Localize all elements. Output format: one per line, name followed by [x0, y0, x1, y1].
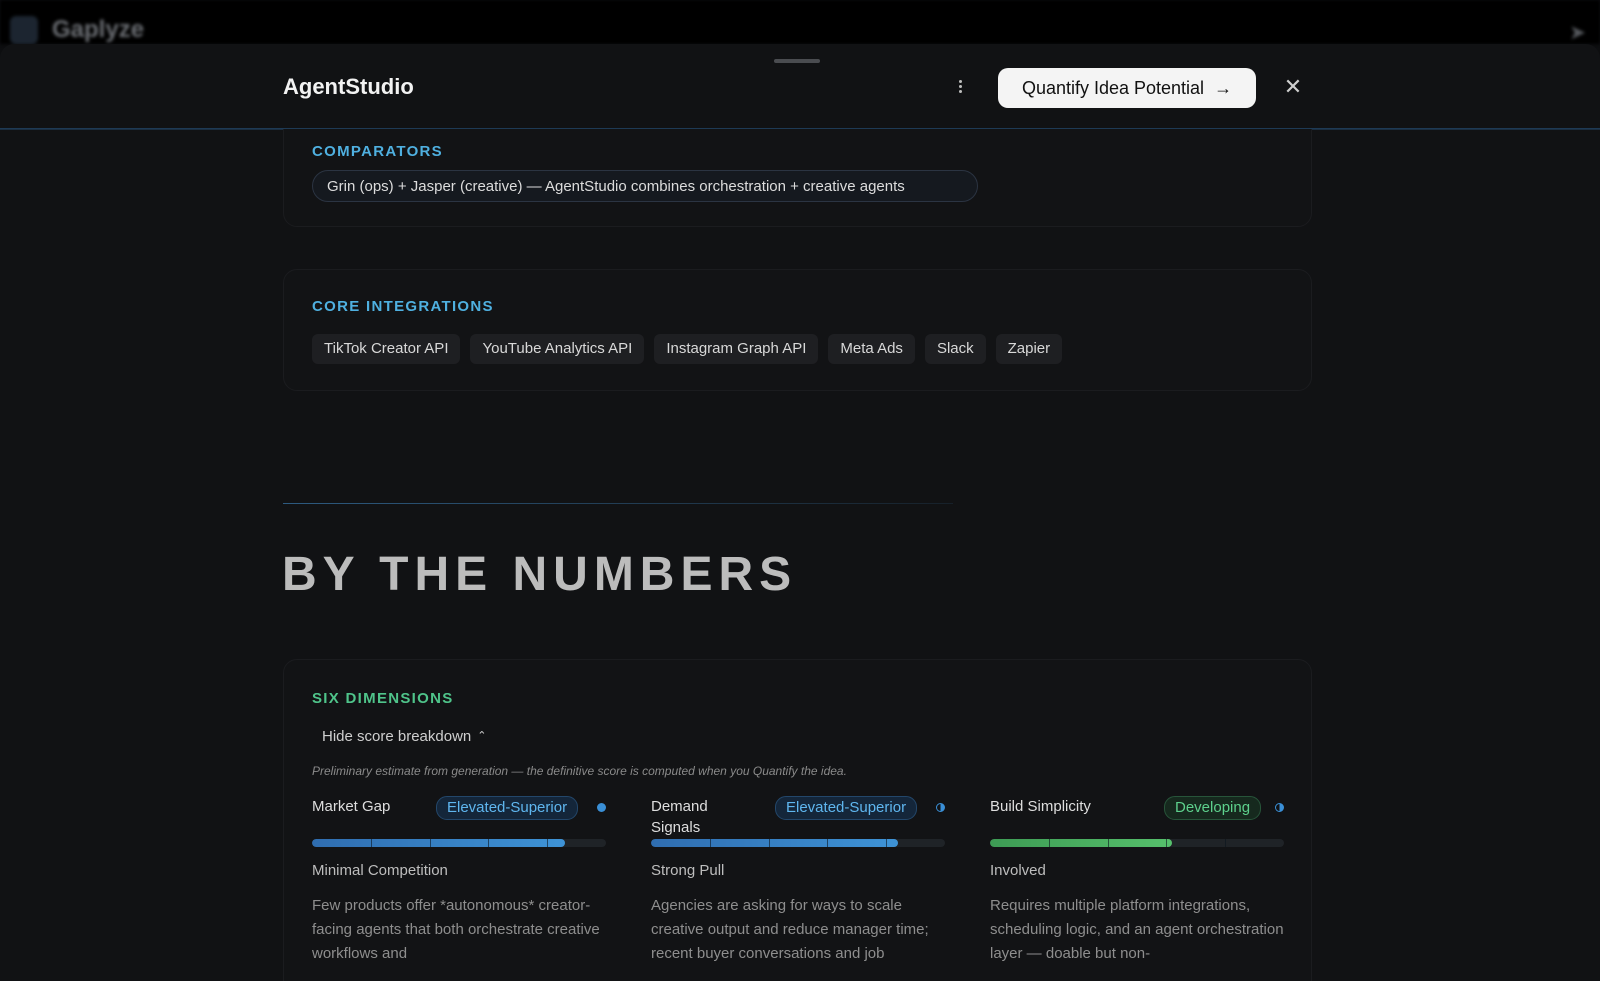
dimension-badge: Developing	[1164, 796, 1262, 820]
score-bar-segment	[827, 839, 829, 847]
integration-chip: Instagram Graph API	[654, 334, 819, 364]
comparators-card: COMPARATORS Grin (ops) + Jasper (creativ…	[283, 129, 1312, 227]
score-bar-segment	[768, 839, 770, 847]
quantify-idea-label: Quantify Idea Potential	[1021, 77, 1205, 98]
modal-content[interactable]: COMPARATORS Grin (ops) + Jasper (creativ…	[0, 129, 1600, 981]
score-bar	[990, 839, 1284, 847]
score-bar-fill	[651, 839, 898, 847]
integration-chip: YouTube Analytics API	[470, 334, 645, 364]
background-app-bar: Gaplyze ➤	[0, 0, 1600, 44]
confidence-dot-icon	[597, 803, 606, 812]
score-bar-segment	[1048, 839, 1050, 847]
close-icon[interactable]: ✕	[1280, 74, 1306, 100]
hide-score-breakdown-toggle[interactable]: Hide score breakdown ⌃	[322, 728, 486, 745]
section-divider	[283, 503, 953, 504]
score-bar-segment	[1166, 839, 1168, 847]
six-dimensions-card: SIX DIMENSIONS Hide score breakdown ⌃ Pre…	[283, 659, 1312, 981]
modal-header: AgentStudio Quantify Idea Potential → ✕	[0, 44, 1600, 129]
score-bar	[651, 839, 945, 847]
score-bar	[312, 839, 606, 847]
six-dimensions-label: SIX DIMENSIONS	[312, 690, 454, 707]
comparator-chip: Grin (ops) + Jasper (creative) — AgentSt…	[312, 170, 978, 202]
score-bar-segment	[429, 839, 431, 847]
dimension-description: Few products offer *autonomous* creator-…	[312, 897, 600, 962]
integration-chip: TikTok Creator API	[312, 334, 461, 364]
by-the-numbers-title: BY THE NUMBERS	[282, 548, 798, 601]
integrations-label: CORE INTEGRATIONS	[312, 298, 494, 315]
more-options-icon[interactable]	[956, 78, 964, 98]
toggle-label: Hide score breakdown	[322, 728, 472, 745]
score-bar-segment	[1225, 839, 1227, 847]
integration-chip: Slack	[924, 334, 986, 364]
dimension-description: Requires multiple platform integrations,…	[990, 897, 1284, 962]
score-bar-segment	[547, 839, 549, 847]
dimension-description: Agencies are asking for ways to scale cr…	[651, 897, 929, 962]
quantify-idea-button[interactable]: Quantify Idea Potential →	[998, 68, 1256, 108]
dimension-level: Minimal Competition	[312, 862, 448, 879]
idea-detail-modal: AgentStudio Quantify Idea Potential → ✕ …	[0, 44, 1600, 981]
dimension-badge: Elevated-Superior	[436, 796, 579, 820]
app-name: Gaplyze	[52, 16, 145, 43]
dimension-level: Involved	[990, 862, 1046, 879]
confidence-half-dot-icon	[1275, 803, 1284, 812]
comparators-label: COMPARATORS	[312, 143, 443, 160]
integrations-chip-list: TikTok Creator API YouTube Analytics API…	[312, 334, 1063, 364]
arrow-right-icon: →	[1214, 77, 1233, 98]
score-bar-fill	[990, 839, 1173, 847]
dimension-badge: Elevated-Superior	[775, 796, 918, 820]
score-bar-fill	[312, 839, 565, 847]
estimate-note: Preliminary estimate from generation — t…	[312, 764, 847, 778]
integration-chip: Zapier	[995, 334, 1063, 364]
score-bar-segment	[886, 839, 888, 847]
confidence-half-dot-icon	[936, 803, 945, 812]
integrations-card: CORE INTEGRATIONS TikTok Creator API You…	[283, 269, 1312, 391]
chevron-up-icon: ⌃	[477, 730, 487, 742]
modal-title: AgentStudio	[283, 74, 414, 99]
score-bar-segment	[1107, 839, 1109, 847]
score-bar-segment	[709, 839, 711, 847]
dimension-name: Demand Signals	[651, 798, 708, 836]
dimension-name: Market Gap	[312, 798, 391, 815]
dimension-level: Strong Pull	[651, 862, 725, 879]
score-bar-segment	[488, 839, 490, 847]
share-icon: ➤	[1569, 22, 1586, 44]
integration-chip: Meta Ads	[828, 334, 915, 364]
dimension-name: Build Simplicity	[990, 798, 1091, 815]
app-logo-icon	[10, 16, 38, 44]
score-bar-segment	[370, 839, 372, 847]
